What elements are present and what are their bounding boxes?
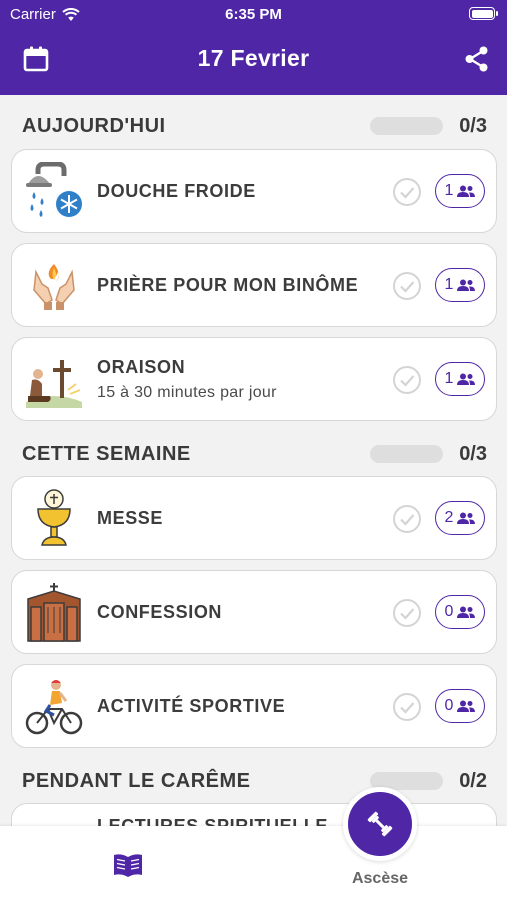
task-card-oraison[interactable]: ORAISON 15 à 30 minutes par jour 1 bbox=[11, 337, 497, 421]
tab-bar bbox=[0, 826, 507, 900]
participants-count: 0 bbox=[444, 603, 454, 620]
page-title: 17 Fevrier bbox=[197, 45, 310, 71]
praying-hands-icon bbox=[33, 264, 75, 310]
participants-count: 0 bbox=[444, 697, 454, 714]
status-bar: Carrier 6:35 PM bbox=[0, 0, 507, 30]
task-title: CONFESSION bbox=[97, 601, 223, 622]
group-icon bbox=[457, 512, 476, 524]
section-header-lent: PENDANT LE CARÊME 0/2 bbox=[22, 767, 487, 795]
task-title: ACTIVITÉ SPORTIVE bbox=[97, 695, 286, 716]
section-title: CETTE SEMAINE bbox=[22, 442, 191, 465]
app-header: Carrier 6:35 PM 17 Fevrier bbox=[0, 0, 507, 95]
group-icon bbox=[457, 279, 476, 291]
task-card-douche-froide[interactable]: DOUCHE FROIDE 1 bbox=[11, 149, 497, 233]
status-time: 6:35 PM bbox=[225, 6, 282, 23]
participants-count: 2 bbox=[444, 509, 454, 526]
task-card-activite-sportive[interactable]: ACTIVITÉ SPORTIVE 0 bbox=[11, 664, 497, 748]
check-circle-icon[interactable] bbox=[392, 504, 422, 534]
kneeling-prayer-icon bbox=[26, 360, 82, 408]
group-icon bbox=[457, 373, 476, 385]
section-title: AUJOURD'HUI bbox=[22, 114, 166, 137]
group-icon bbox=[457, 185, 476, 197]
section-header-week: CETTE SEMAINE 0/3 bbox=[22, 440, 487, 468]
task-title: ORAISON bbox=[97, 356, 186, 377]
confessional-icon bbox=[27, 583, 81, 642]
section-count: 0/3 bbox=[459, 442, 487, 465]
task-title: PRIÈRE POUR MON BINÔME bbox=[97, 274, 359, 295]
ascese-tab-button[interactable] bbox=[343, 787, 417, 861]
section-count: 0/2 bbox=[459, 769, 487, 792]
check-circle-icon[interactable] bbox=[392, 365, 422, 395]
cold-shower-icon bbox=[26, 162, 82, 217]
progress-bar bbox=[370, 445, 443, 463]
battery-icon bbox=[469, 7, 498, 20]
cyclist-icon bbox=[25, 680, 83, 735]
task-title: DOUCHE FROIDE bbox=[97, 180, 256, 201]
chalice-icon bbox=[37, 489, 71, 546]
progress-bar bbox=[370, 117, 443, 135]
group-icon bbox=[457, 606, 476, 618]
participants-count: 1 bbox=[444, 276, 454, 293]
task-card-confession[interactable]: CONFESSION 0 bbox=[11, 570, 497, 654]
check-circle-icon[interactable] bbox=[392, 177, 422, 207]
dumbbell-icon bbox=[367, 811, 393, 837]
participants-button[interactable]: 1 bbox=[435, 362, 485, 396]
group-icon bbox=[457, 700, 476, 712]
check-circle-icon[interactable] bbox=[392, 692, 422, 722]
task-card-priere-binome[interactable]: PRIÈRE POUR MON BINÔME 1 bbox=[11, 243, 497, 327]
task-subtitle: 15 à 30 minutes par jour bbox=[97, 383, 277, 401]
participants-button[interactable]: 0 bbox=[435, 595, 485, 629]
participants-button[interactable]: 1 bbox=[435, 268, 485, 302]
check-circle-icon[interactable] bbox=[392, 598, 422, 628]
task-title: MESSE bbox=[97, 507, 164, 528]
participants-count: 1 bbox=[444, 182, 454, 199]
section-count: 0/3 bbox=[459, 114, 487, 137]
section-title: PENDANT LE CARÊME bbox=[22, 769, 251, 792]
tab-label-ascese[interactable]: Ascèse bbox=[330, 870, 430, 888]
participants-button[interactable]: 2 bbox=[435, 501, 485, 535]
participants-button[interactable]: 0 bbox=[435, 689, 485, 723]
book-icon[interactable] bbox=[112, 852, 144, 878]
share-icon[interactable] bbox=[463, 45, 491, 73]
section-header-today: AUJOURD'HUI 0/3 bbox=[22, 112, 487, 140]
participants-count: 1 bbox=[444, 370, 454, 387]
task-card-messe[interactable]: MESSE 2 bbox=[11, 476, 497, 560]
participants-button[interactable]: 1 bbox=[435, 174, 485, 208]
check-circle-icon[interactable] bbox=[392, 271, 422, 301]
